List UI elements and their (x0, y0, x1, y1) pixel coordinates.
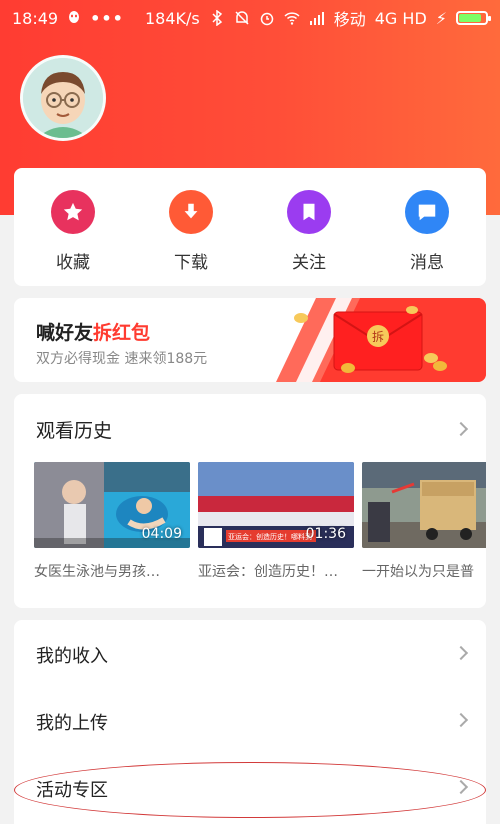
charging-icon: ⚡ (435, 8, 447, 28)
following-button[interactable]: 关注 (250, 168, 368, 286)
carrier-name: 移动 (333, 10, 366, 29)
chevron-right-icon (453, 779, 469, 795)
clock: 18:49 (12, 8, 59, 28)
following-label: 关注 (292, 253, 326, 273)
messages-button[interactable]: 消息 (368, 168, 486, 286)
status-bar: 18:49 ••• 184K/s 移动 4G HD ⚡ (0, 0, 500, 36)
chevron-right-icon[interactable] (453, 421, 469, 437)
network-speed: 184K/s (144, 8, 200, 28)
video-duration: 01:36 (305, 526, 346, 542)
menu-item-events[interactable]: 活动专区 (14, 754, 486, 820)
message-icon (405, 190, 449, 234)
favorites-button[interactable]: 收藏 (14, 168, 132, 286)
quick-actions-card: 收藏 下载 关注 消息 (14, 168, 486, 286)
signal-icon (309, 12, 324, 25)
cartoon-face-image (23, 58, 103, 138)
history-video-item[interactable]: 04:09 女医生泳池与男孩… (34, 462, 190, 581)
video-thumbnail: 01 (362, 462, 486, 548)
download-label: 下载 (174, 253, 208, 273)
more-notifications-icon: ••• (90, 8, 124, 28)
account-menu-card: 我的收入 我的上传 活动专区 (14, 620, 486, 824)
svg-text:亚运会：创造历史！哪料到: 亚运会：创造历史！哪料到 (228, 532, 312, 541)
menu-item-uploads[interactable]: 我的上传 (14, 687, 486, 753)
video-thumbnail: 04:09 (34, 462, 190, 548)
battery-icon (456, 11, 491, 25)
history-video-item[interactable]: 亚运会：创造历史！哪料到 01:36 亚运会：创造历史！… (198, 462, 354, 581)
chevron-right-icon (453, 712, 469, 728)
wifi-icon (284, 12, 300, 25)
history-video-item[interactable]: 01 一开始以为只是普 (362, 462, 486, 581)
bookmark-icon (287, 190, 331, 234)
mute-icon (235, 11, 249, 25)
bluetooth-icon (212, 10, 222, 26)
download-button[interactable]: 下载 (132, 168, 250, 286)
qq-icon (69, 11, 80, 23)
messages-label: 消息 (410, 253, 444, 273)
favorites-label: 收藏 (56, 253, 90, 273)
star-icon (51, 190, 95, 234)
red-envelope-illustration: 拆 (276, 298, 486, 382)
video-duration: 04:09 (141, 526, 182, 542)
video-title: 一开始以为只是普 (362, 564, 474, 580)
watch-history-card: 观看历史 04:09 女医生泳池与男孩… 亚运会：创造历史！哪料到 01:36 … (14, 394, 486, 608)
chevron-right-icon (453, 645, 469, 661)
promo-subtitle: 双方必得现金 速来领188元 (36, 351, 208, 367)
avatar[interactable] (20, 55, 106, 141)
menu-item-label: 活动专区 (36, 780, 108, 801)
menu-item-label: 我的收入 (36, 646, 108, 667)
network-type: 4G HD (374, 8, 427, 28)
history-thumbnails[interactable]: 04:09 女医生泳池与男孩… 亚运会：创造历史！哪料到 01:36 亚运会：创… (34, 462, 486, 582)
video-thumbnail: 亚运会：创造历史！哪料到 01:36 (198, 462, 354, 548)
promo-title: 喊好友拆红包 (36, 318, 150, 345)
svg-text:拆: 拆 (372, 329, 384, 344)
alarm-icon (260, 12, 273, 26)
menu-item-income[interactable]: 我的收入 (14, 620, 486, 686)
promo-title-highlight: 拆红包 (93, 322, 151, 344)
menu-item-label: 我的上传 (36, 713, 108, 734)
download-icon (169, 190, 213, 234)
promo-title-prefix: 喊好友 (36, 322, 94, 344)
watch-history-title: 观看历史 (36, 420, 113, 442)
video-title: 亚运会：创造历史！… (198, 564, 338, 580)
video-title: 女医生泳池与男孩… (34, 564, 160, 580)
invite-friend-banner[interactable]: 喊好友拆红包 双方必得现金 速来领188元 拆 (14, 298, 486, 382)
